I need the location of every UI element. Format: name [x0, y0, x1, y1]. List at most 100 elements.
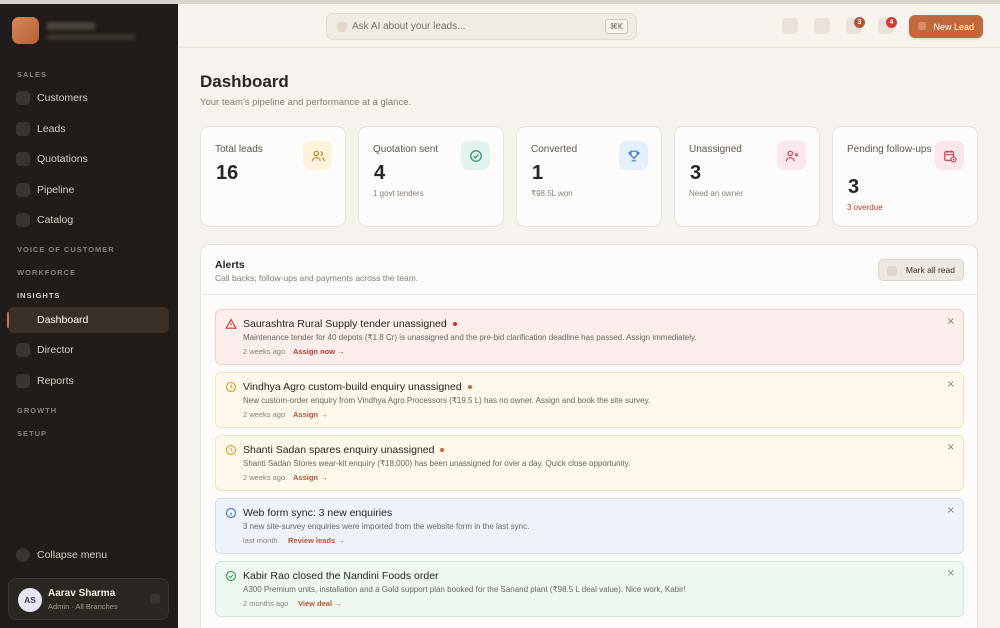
notification-badge: 4: [886, 17, 897, 28]
alert-item[interactable]: Web form sync: 3 new enquiries 3 new sit…: [215, 498, 964, 554]
director-icon: [16, 343, 30, 357]
section-label-growth[interactable]: GROWTH: [17, 406, 57, 415]
sidebar-item-label: Pipeline: [37, 184, 75, 196]
close-icon[interactable]: ×: [947, 316, 955, 327]
new-lead-button[interactable]: New Lead: [909, 15, 983, 38]
stat-label: Total leads: [215, 144, 263, 155]
user-menu-icon[interactable]: [150, 594, 160, 604]
stat-value: 16: [216, 162, 239, 184]
collapse-menu-button[interactable]: Collapse menu: [8, 543, 169, 567]
leads-icon: [16, 122, 30, 136]
stat-value: 1: [532, 162, 544, 184]
new-lead-label: New Lead: [933, 21, 974, 32]
alert-item[interactable]: Vindhya Agro custom-build enquiry unassi…: [215, 372, 964, 428]
close-icon[interactable]: ×: [947, 505, 955, 516]
alert-title: Vindhya Agro custom-build enquiry unassi…: [243, 381, 472, 393]
collapse-menu-label: Collapse menu: [37, 549, 108, 561]
trophy-icon: [619, 141, 648, 170]
sidebar-item-label: Reports: [37, 375, 74, 387]
stat-note: 1 govt tenders: [373, 189, 424, 198]
shortcut-hint: ⌘K: [604, 19, 628, 34]
sidebar-item-dashboard[interactable]: Dashboard: [7, 307, 169, 333]
plus-icon: [918, 22, 926, 30]
alert-time: last month: [243, 536, 278, 545]
stat-card-pending-follow-ups[interactable]: Pending follow-ups 3 3 overdue: [832, 126, 978, 227]
pipeline-icon: [16, 183, 30, 197]
grid-icon[interactable]: [782, 18, 798, 34]
alert-item[interactable]: Kabir Rao closed the Nandini Foods order…: [215, 561, 964, 617]
view-deal-link[interactable]: View deal →: [298, 599, 342, 608]
section-label-sales: SALES: [17, 70, 48, 79]
quotations-icon: [16, 152, 30, 166]
close-icon[interactable]: ×: [947, 442, 955, 453]
user-card[interactable]: AS Aarav Sharma Admin · All Branches: [8, 578, 169, 620]
alert-title-text: Vindhya Agro custom-build enquiry unassi…: [243, 381, 462, 393]
stat-note-overdue: 3 overdue: [847, 203, 883, 212]
dashboard-icon: [16, 313, 30, 327]
review-leads-link[interactable]: Review leads →: [288, 536, 345, 545]
close-icon[interactable]: ×: [947, 568, 955, 579]
unread-dot: [467, 385, 472, 389]
clock-icon: [225, 381, 237, 393]
section-label-insights[interactable]: INSIGHTS: [17, 291, 60, 300]
alert-title: Shanti Sadan spares enquiry unassigned: [243, 444, 445, 456]
mark-all-read-label: Mark all read: [905, 265, 955, 275]
stat-label: Pending follow-ups: [847, 144, 932, 155]
alert-title-text: Kabir Rao closed the Nandini Foods order: [243, 570, 439, 582]
close-icon[interactable]: ×: [947, 379, 955, 390]
help-icon[interactable]: [814, 18, 830, 34]
alert-item[interactable]: Saurashtra Rural Supply tender unassigne…: [215, 309, 964, 365]
collapse-icon: [16, 548, 30, 562]
check-circle-icon: [461, 141, 490, 170]
stat-card-total-leads[interactable]: Total leads 16: [200, 126, 346, 227]
stat-value: 4: [374, 162, 386, 184]
page-title: Dashboard: [200, 72, 289, 91]
section-label-voice-of-customer[interactable]: VOICE OF CUSTOMER: [17, 245, 115, 254]
user-name: Aarav Sharma: [48, 588, 116, 599]
stat-note: ₹98.5L won: [531, 189, 573, 198]
assign-link[interactable]: Assign →: [293, 473, 328, 482]
sidebar-item-quotations[interactable]: Quotations: [8, 146, 169, 172]
alert-title-text: Saurashtra Rural Supply tender unassigne…: [243, 318, 447, 330]
stat-card-converted[interactable]: Converted 1 ₹98.5L won: [516, 126, 662, 227]
sidebar-item-catalog[interactable]: Catalog: [8, 207, 169, 233]
info-icon: [225, 507, 237, 519]
sidebar-item-pipeline[interactable]: Pipeline: [8, 177, 169, 203]
brand[interactable]: [12, 17, 162, 47]
sparkle-icon: [337, 22, 347, 32]
assign-now-link[interactable]: Assign now →: [293, 347, 345, 356]
alert-description: A300 Premium units, installation and a G…: [243, 585, 686, 594]
top-header: Ask AI about your leads... ⌘K 3 4 New Le…: [178, 4, 1000, 48]
unread-dot: [440, 448, 445, 452]
alerts-title: Alerts: [215, 259, 245, 271]
section-label-setup[interactable]: SETUP: [17, 429, 47, 438]
users-icon: [303, 141, 332, 170]
catalog-icon: [16, 213, 30, 227]
sidebar-item-director[interactable]: Director: [8, 337, 169, 363]
sidebar-item-reports[interactable]: Reports: [8, 368, 169, 394]
check-all-icon: [887, 266, 897, 276]
stat-card-quotation-sent[interactable]: Quotation sent 4 1 govt tenders: [358, 126, 504, 227]
stat-value: 3: [848, 176, 860, 198]
sidebar: SALES Customers Leads Quotations Pipelin…: [0, 4, 178, 628]
sidebar-item-label: Customers: [37, 92, 88, 104]
reports-icon: [16, 374, 30, 388]
section-label-workforce[interactable]: WORKFORCE: [17, 268, 76, 277]
mark-all-read-button[interactable]: Mark all read: [878, 259, 964, 281]
alert-description: Shanti Sadan Stores wear-kit enquiry (₹1…: [243, 459, 631, 468]
sidebar-item-leads[interactable]: Leads: [8, 116, 169, 142]
assign-link[interactable]: Assign →: [293, 410, 328, 419]
alert-title: Kabir Rao closed the Nandini Foods order: [243, 570, 439, 582]
brand-tagline-blurred: [46, 34, 136, 40]
sidebar-item-label: Quotations: [37, 153, 88, 165]
warning-icon: [225, 318, 237, 329]
ai-search-input[interactable]: Ask AI about your leads... ⌘K: [326, 13, 637, 40]
alert-item[interactable]: Shanti Sadan spares enquiry unassigned S…: [215, 435, 964, 491]
stat-card-unassigned[interactable]: Unassigned 3 Need an owner: [674, 126, 820, 227]
brand-name-blurred: [46, 22, 96, 30]
customers-icon: [16, 91, 30, 105]
sidebar-item-customers[interactable]: Customers: [8, 85, 169, 111]
sidebar-item-label: Leads: [37, 123, 66, 135]
alert-time: 2 months ago: [243, 599, 289, 608]
sidebar-item-label: Catalog: [37, 214, 74, 226]
